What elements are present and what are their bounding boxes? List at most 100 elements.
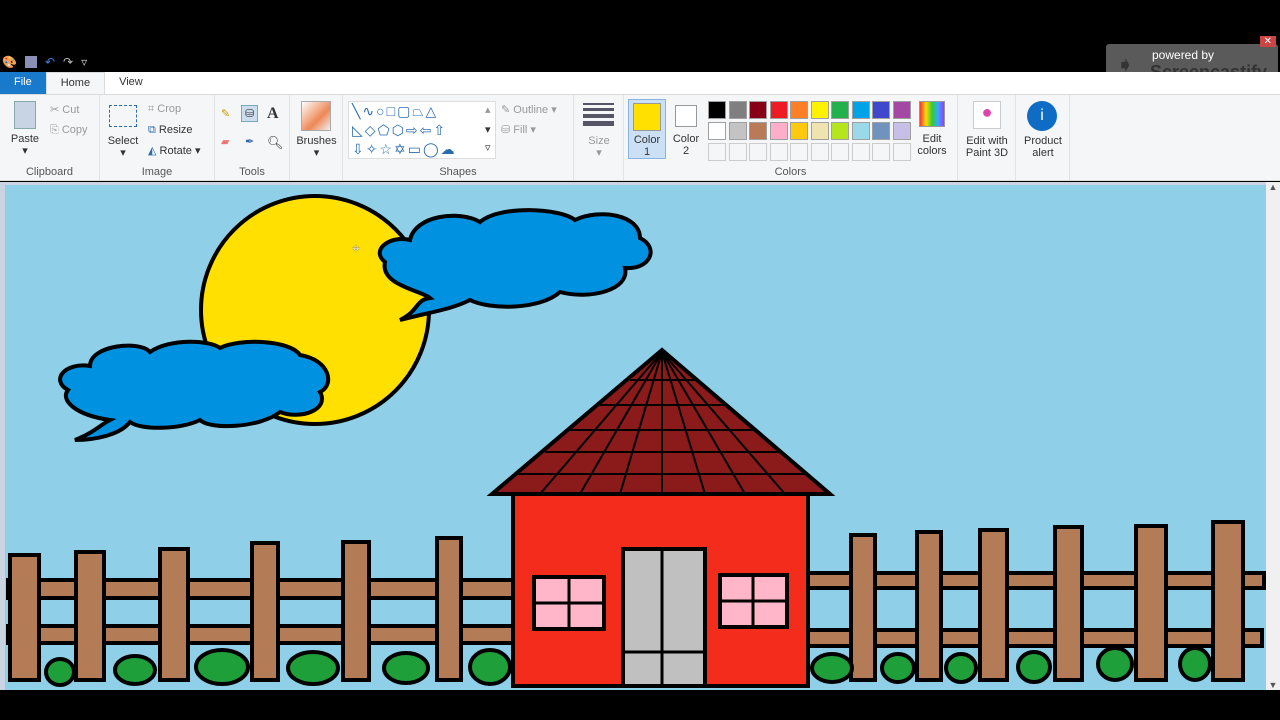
tools-group: ✎ ⛁ A ▰ ✒ 🔍︎ Tools <box>215 95 290 181</box>
custom-color-slot[interactable] <box>872 143 890 161</box>
palette-swatch[interactable] <box>831 101 849 119</box>
size-button[interactable]: Size ▾ <box>574 95 624 181</box>
custom-color-slot[interactable] <box>892 143 911 161</box>
tab-file[interactable]: File <box>0 72 46 94</box>
drawing-canvas[interactable] <box>5 185 1266 690</box>
palette-swatch[interactable] <box>790 122 808 140</box>
fill-label: Fill <box>513 124 528 136</box>
product-alert-button[interactable]: i Product alert <box>1016 95 1070 181</box>
edit-with-paint3d-button[interactable]: ● Edit with Paint 3D <box>958 95 1016 181</box>
product-alert-label1: Product <box>1024 135 1062 147</box>
scroll-up-icon[interactable]: ▲ <box>1266 182 1280 192</box>
shapes-more[interactable]: ▿ <box>485 141 491 154</box>
ribbon-tabs: File Home View <box>0 72 1280 94</box>
palette-swatch[interactable] <box>769 101 788 119</box>
tab-view[interactable]: View <box>105 72 157 94</box>
palette-swatch[interactable] <box>708 101 726 119</box>
select-button[interactable]: Select ▾ <box>106 105 140 159</box>
ribbon: Paste ▾ ✂ Cut ⎘ Copy Clipboard Select ▾ ⌗ … <box>0 94 1280 181</box>
palette-swatch[interactable] <box>872 122 890 140</box>
paint-app-icon[interactable]: 🎨 <box>2 55 17 69</box>
palette-swatch[interactable] <box>769 122 788 140</box>
select-rect-icon <box>109 105 137 127</box>
palette-swatch[interactable] <box>810 101 829 119</box>
product-alert-label2: alert <box>1032 147 1054 159</box>
redo-icon[interactable]: ↷ <box>63 55 73 69</box>
line-size-icon <box>583 103 614 126</box>
brushes-label: Brushes <box>296 135 337 147</box>
magnifier-icon[interactable]: 🔍︎ <box>267 135 284 151</box>
edit-colors-button[interactable]: Edit colors <box>916 101 948 157</box>
pencil-icon[interactable]: ✎ <box>221 107 230 120</box>
crop-icon: ⌗ <box>148 103 158 115</box>
edit-colors-label1: Edit <box>922 133 942 145</box>
palette-swatch[interactable] <box>831 122 849 140</box>
quick-access-toolbar: 🎨 ↶ ↷ ▿ <box>0 52 87 72</box>
color-picker-icon[interactable]: ✒ <box>245 135 254 148</box>
custom-color-slot[interactable] <box>790 143 808 161</box>
eraser-icon[interactable]: ▰ <box>221 135 229 148</box>
canvas-area: ⌖ <box>0 182 1280 690</box>
crop-label: Crop <box>157 103 182 115</box>
rotate-button[interactable]: ◭ Rotate ▾ <box>148 144 201 157</box>
shapes-scroll-down[interactable]: ▾ <box>485 123 491 136</box>
palette-swatch[interactable] <box>708 122 726 140</box>
fill-button[interactable]: ⛁ Fill ▾ <box>501 123 536 136</box>
color2-button[interactable]: Color 2 <box>668 99 704 159</box>
custom-color-slot[interactable] <box>810 143 829 161</box>
shapes-gallery[interactable]: ╲∿○□▢⏢△ ◺◇⬠⬡⇨⇦⇧ ⇩✧☆✡▭◯☁ <box>348 101 496 159</box>
custom-color-slot[interactable] <box>728 143 747 161</box>
paint3d-icon: ● <box>973 101 1001 129</box>
palette-swatch[interactable] <box>810 122 829 140</box>
brushes-group[interactable]: Brushes ▾ <box>290 95 343 181</box>
clipboard-icon <box>14 101 36 129</box>
palette-swatch[interactable] <box>749 101 767 119</box>
vertical-scrollbar[interactable]: ▲ ▼ <box>1266 182 1280 690</box>
palette-swatch[interactable] <box>872 101 890 119</box>
palette-swatch[interactable] <box>749 122 767 140</box>
rotate-label: Rotate <box>159 145 192 157</box>
palette-swatch[interactable] <box>728 122 747 140</box>
palette-swatch[interactable] <box>892 101 911 119</box>
palette-swatch[interactable] <box>790 101 808 119</box>
paste-button[interactable]: Paste ▾ <box>6 101 44 157</box>
custom-color-slot[interactable] <box>769 143 788 161</box>
color1-button[interactable]: Color 1 <box>628 99 666 159</box>
brushes-icon <box>301 101 331 131</box>
colors-group-label: Colors <box>774 166 807 178</box>
tab-home[interactable]: Home <box>45 72 106 94</box>
clipboard-group: Paste ▾ ✂ Cut ⎘ Copy Clipboard <box>0 95 100 181</box>
text-tool-icon[interactable]: A <box>267 105 279 123</box>
copy-button[interactable]: ⎘ Copy <box>50 124 88 137</box>
resize-button[interactable]: ⧉ Resize <box>148 124 193 137</box>
palette-swatch[interactable] <box>851 101 870 119</box>
shapes-row-2: ◺◇⬠⬡⇨⇦⇧ <box>352 122 448 138</box>
color1-num: 1 <box>643 146 651 158</box>
palette-swatch[interactable] <box>851 122 870 140</box>
cursor-icon: ⌖ <box>352 240 360 256</box>
colors-group: Color 1 Color 2 Edit colors Colors <box>624 95 958 181</box>
scroll-down-icon[interactable]: ▼ <box>1266 680 1280 690</box>
outline-button[interactable]: ✎ Outline ▾ <box>501 103 557 116</box>
close-icon[interactable]: ✕ <box>1259 36 1276 47</box>
undo-icon[interactable]: ↶ <box>45 55 55 69</box>
clipboard-group-label: Clipboard <box>25 166 74 178</box>
fill-bucket-icon[interactable]: ⛁ <box>241 105 259 122</box>
custom-color-slot[interactable] <box>708 143 726 161</box>
copy-icon: ⎘ <box>50 124 62 136</box>
size-label: Size <box>588 135 610 147</box>
outline-icon: ✎ <box>501 104 514 116</box>
door <box>621 547 707 688</box>
palette-swatch[interactable] <box>728 101 747 119</box>
custom-color-slot[interactable] <box>749 143 767 161</box>
color2-swatch <box>675 105 697 127</box>
shapes-scroll-up[interactable]: ▴ <box>485 103 491 116</box>
cut-button[interactable]: ✂ Cut <box>50 103 79 116</box>
crop-button[interactable]: ⌗ Crop <box>148 103 181 116</box>
custom-color-slot[interactable] <box>831 143 849 161</box>
palette-swatch[interactable] <box>892 122 911 140</box>
save-icon[interactable] <box>24 56 37 68</box>
custom-color-slot[interactable] <box>851 143 870 161</box>
customize-icon[interactable]: ▿ <box>81 55 87 69</box>
shapes-row-3: ⇩✧☆✡▭◯☁ <box>352 141 457 157</box>
